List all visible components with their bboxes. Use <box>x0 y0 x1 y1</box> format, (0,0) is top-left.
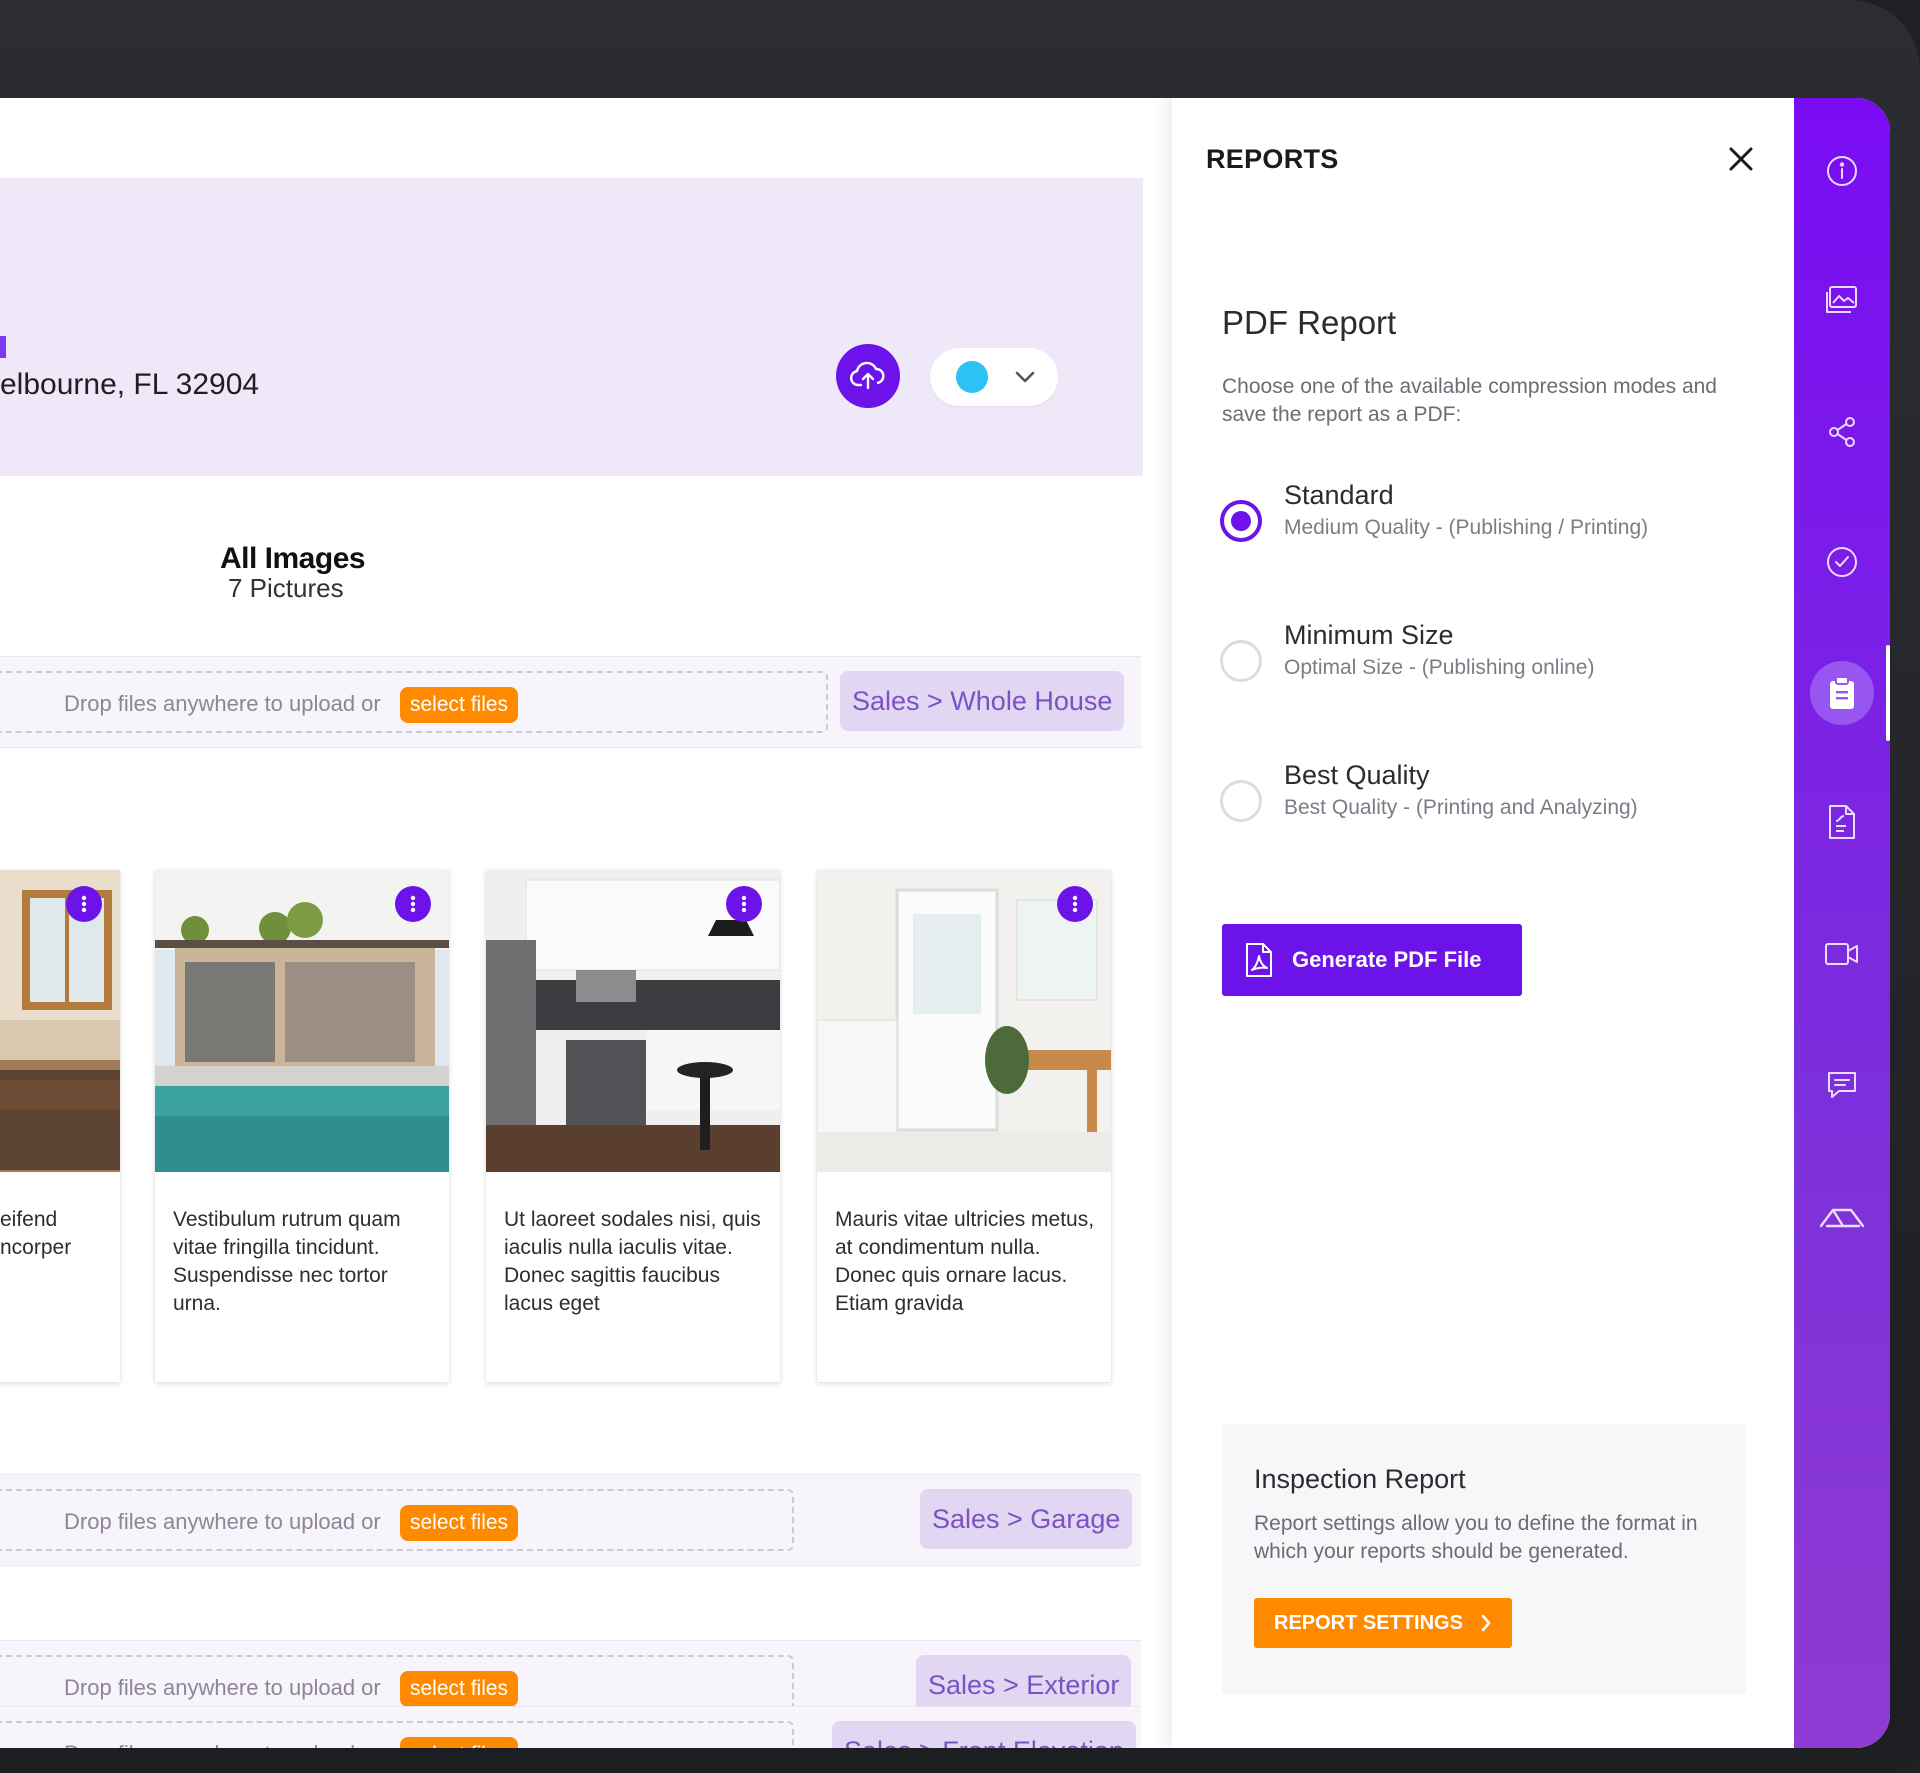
generate-pdf-button[interactable]: Generate PDF File <box>1222 924 1522 996</box>
card-image-living-room[interactable] <box>0 870 120 1172</box>
radio-label: Best Quality <box>1284 760 1430 790</box>
radio-option-standard[interactable]: Standard Medium Quality - (Publishing / … <box>1220 480 1740 550</box>
report-settings-label: REPORT SETTINGS <box>1274 1612 1463 1634</box>
image-card[interactable]: Vestibulum rutrum quam vitae fringilla t… <box>155 870 449 1382</box>
card-caption: Ut laoreet sodales nisi, quis iaculis nu… <box>504 1208 761 1315</box>
radio-sublabel: Best Quality - (Printing and Analyzing) <box>1284 796 1638 819</box>
property-address: elbourne, FL 32904 <box>0 368 260 401</box>
radio-label: Minimum Size <box>1284 620 1454 650</box>
rail-checklist-button[interactable] <box>1812 532 1872 592</box>
card-menu-button[interactable] <box>395 886 431 922</box>
cloud-upload-button[interactable] <box>836 344 900 408</box>
drop-text: Drop files anywhere to upload or <box>64 691 381 716</box>
report-settings-button[interactable]: REPORT SETTINGS <box>1254 1598 1512 1648</box>
rail-images-button[interactable] <box>1812 270 1872 330</box>
pdf-file-icon <box>1244 942 1274 983</box>
radio-option-best-quality[interactable]: Best Quality Best Quality - (Printing an… <box>1220 760 1740 830</box>
select-files-button[interactable]: select files <box>400 687 519 723</box>
active-indicator <box>1886 645 1890 741</box>
upload-section: Drop files anywhere to upload or select … <box>0 656 1141 748</box>
icon-rail <box>1794 98 1890 1748</box>
rail-reports-button[interactable] <box>1810 661 1874 725</box>
more-vertical-icon <box>81 895 87 913</box>
app-screen: elbourne, FL 32904 All Images 7 Pictures <box>0 98 1890 1748</box>
select-files-button[interactable]: select files <box>400 1671 519 1707</box>
chevron-down-icon <box>1015 371 1035 383</box>
select-files-button[interactable]: select files <box>400 1737 519 1748</box>
document-icon <box>1829 805 1855 839</box>
radio-button[interactable] <box>1220 500 1262 542</box>
drop-zone[interactable]: Drop files anywhere to upload or select … <box>0 1721 794 1748</box>
more-vertical-icon <box>741 895 747 913</box>
card-caption: Mauris vitae ultricies metus, at condime… <box>835 1208 1095 1315</box>
radio-button[interactable] <box>1220 780 1262 822</box>
drop-text: Drop files anywhere to upload or <box>64 1675 381 1700</box>
radio-label: Standard <box>1284 480 1394 510</box>
chevron-right-icon <box>1480 1598 1492 1667</box>
inspection-report-card: Inspection Report Report settings allow … <box>1222 1424 1746 1694</box>
card-caption: Vestibulum rutrum quam vitae fringilla t… <box>173 1208 401 1315</box>
image-card[interactable]: Ut laoreet sodales nisi, quis iaculis nu… <box>486 870 780 1382</box>
more-vertical-icon <box>1072 895 1078 913</box>
check-circle-icon <box>1827 547 1857 577</box>
video-icon <box>1825 943 1858 965</box>
inspection-title: Inspection Report <box>1254 1464 1466 1494</box>
header-accent-bar <box>0 336 6 358</box>
reports-panel: REPORTS PDF Report Choose one of the ava… <box>1172 98 1794 1748</box>
card-menu-button[interactable] <box>66 886 102 922</box>
rail-roof-button[interactable] <box>1812 1187 1872 1247</box>
upload-section: Drop files anywhere to upload or select … <box>0 1706 1141 1748</box>
category-tag[interactable]: Sales > Front Elevation <box>832 1721 1136 1748</box>
device-frame: elbourne, FL 32904 All Images 7 Pictures <box>0 0 1920 1773</box>
select-files-button[interactable]: select files <box>400 1505 519 1541</box>
drop-zone[interactable]: Drop files anywhere to upload or select … <box>0 1489 794 1551</box>
rail-video-button[interactable] <box>1812 924 1872 984</box>
more-vertical-icon <box>410 895 416 913</box>
category-tag[interactable]: Sales > Whole House <box>840 671 1125 731</box>
pdf-report-description: Choose one of the available compression … <box>1222 375 1717 426</box>
chat-icon <box>1828 1072 1856 1098</box>
drop-zone[interactable]: Drop files anywhere to upload or select … <box>0 671 828 733</box>
radio-sublabel: Medium Quality - (Publishing / Printing) <box>1284 516 1649 539</box>
inspection-description: Report settings allow you to define the … <box>1254 1512 1698 1563</box>
radio-option-minimum-size[interactable]: Minimum Size Optimal Size - (Publishing … <box>1220 620 1740 690</box>
card-menu-button[interactable] <box>1057 886 1093 922</box>
drop-text: Drop files anywhere to upload or <box>64 1741 381 1748</box>
main-content: elbourne, FL 32904 All Images 7 Pictures <box>0 98 1172 1748</box>
image-card[interactable]: Mauris vitae ultricies metus, at condime… <box>817 870 1111 1382</box>
status-dot <box>956 361 988 393</box>
panel-title: REPORTS <box>1206 144 1339 174</box>
images-icon <box>1826 286 1857 313</box>
property-header: elbourne, FL 32904 <box>0 178 1143 476</box>
pdf-report-title: PDF Report <box>1222 304 1397 341</box>
radio-sublabel: Optimal Size - (Publishing online) <box>1284 656 1595 679</box>
rail-document-button[interactable] <box>1812 792 1872 852</box>
share-icon <box>1829 417 1855 447</box>
drop-text: Drop files anywhere to upload or <box>64 1509 381 1534</box>
status-dropdown[interactable] <box>930 348 1058 406</box>
clipboard-icon <box>1830 676 1854 709</box>
cloud-upload-icon <box>850 361 885 390</box>
generate-pdf-label: Generate PDF File <box>1292 947 1482 972</box>
gallery-title: All Images <box>220 542 366 575</box>
rail-share-button[interactable] <box>1812 402 1872 462</box>
category-tag[interactable]: Sales > Garage <box>920 1489 1133 1549</box>
image-card[interactable]: eifend ncorper <box>0 870 120 1382</box>
rail-chat-button[interactable] <box>1812 1054 1872 1114</box>
radio-button[interactable] <box>1220 640 1262 682</box>
upload-section: Drop files anywhere to upload or select … <box>0 1474 1141 1566</box>
card-menu-button[interactable] <box>726 886 762 922</box>
info-icon <box>1827 156 1857 186</box>
rail-info-button[interactable] <box>1812 141 1872 201</box>
close-icon <box>1729 147 1753 171</box>
gallery-count: 7 Pictures <box>228 573 344 603</box>
close-button[interactable] <box>1724 142 1758 176</box>
card-caption: eifend ncorper <box>0 1208 72 1259</box>
roof-icon <box>1819 1208 1865 1228</box>
